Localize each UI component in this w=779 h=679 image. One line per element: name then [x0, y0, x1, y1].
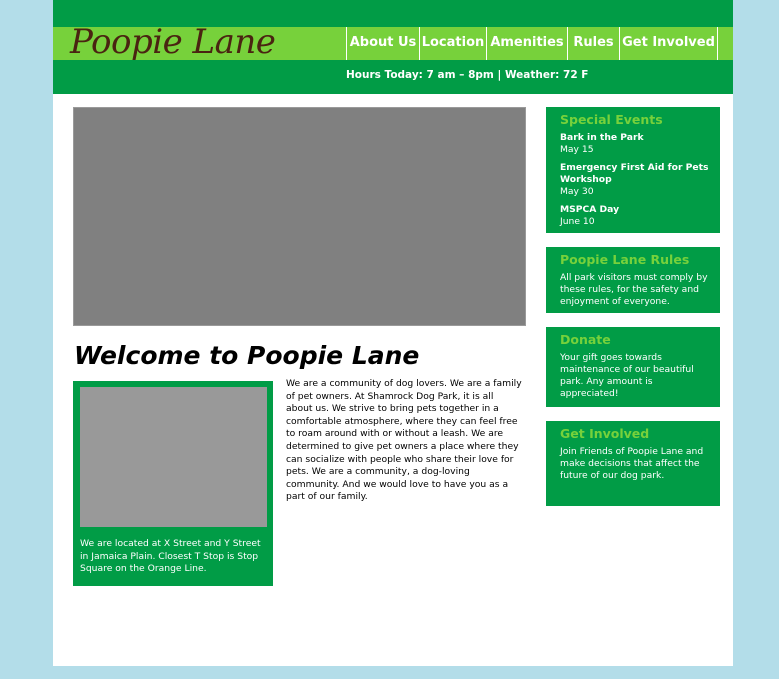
- donate-box: Donate Your gift goes towards maintenanc…: [546, 327, 720, 407]
- main-nav: About Us Location Amenities Rules Get In…: [346, 27, 718, 60]
- nav-rules[interactable]: Rules: [567, 27, 619, 60]
- event-name: MSPCA Day: [560, 204, 620, 215]
- nav-amenities[interactable]: Amenities: [486, 27, 567, 60]
- hours-weather-status: Hours Today: 7 am – 8pm | Weather: 72 F: [346, 69, 589, 81]
- get-involved-box: Get Involved Join Friends of Poopie Lane…: [546, 421, 720, 506]
- event-name: Emergency First Aid for Pets Workshop: [560, 162, 709, 185]
- site-logo[interactable]: Poopie Lane: [70, 20, 276, 64]
- get-involved-text: Join Friends of Poopie Lane and make dec…: [560, 446, 704, 481]
- event-date: May 15: [560, 144, 594, 155]
- hero-image: [73, 107, 526, 326]
- nav-about-us[interactable]: About Us: [346, 27, 419, 60]
- event-date: June 10: [560, 216, 595, 227]
- nav-location[interactable]: Location: [419, 27, 486, 60]
- rules-title[interactable]: Poopie Lane Rules: [560, 252, 710, 267]
- rules-text: All park visitors must comply by these r…: [560, 272, 708, 307]
- event-item[interactable]: Emergency First Aid for Pets Workshop Ma…: [560, 162, 710, 198]
- page-container: Poopie Lane About Us Location Amenities …: [53, 0, 733, 666]
- nav-get-involved[interactable]: Get Involved: [619, 27, 718, 60]
- rules-box: Poopie Lane Rules All park visitors must…: [546, 247, 720, 313]
- get-involved-title[interactable]: Get Involved: [560, 426, 710, 441]
- location-photo: [80, 387, 267, 527]
- special-events-box: Special Events Bark in the Park May 15 E…: [546, 107, 720, 233]
- intro-text: We are a community of dog lovers. We are…: [286, 378, 522, 503]
- special-events-title: Special Events: [560, 112, 663, 127]
- donate-title[interactable]: Donate: [560, 332, 710, 347]
- location-card: We are located at X Street and Y Street …: [73, 381, 273, 586]
- event-item[interactable]: Bark in the Park May 15: [560, 132, 710, 156]
- event-item[interactable]: MSPCA Day June 10: [560, 204, 710, 228]
- location-text: We are located at X Street and Y Street …: [80, 538, 261, 574]
- page-title: Welcome to Poopie Lane: [74, 341, 420, 370]
- event-date: May 30: [560, 186, 594, 197]
- event-name: Bark in the Park: [560, 132, 644, 143]
- donate-text: Your gift goes towards maintenance of ou…: [560, 352, 694, 399]
